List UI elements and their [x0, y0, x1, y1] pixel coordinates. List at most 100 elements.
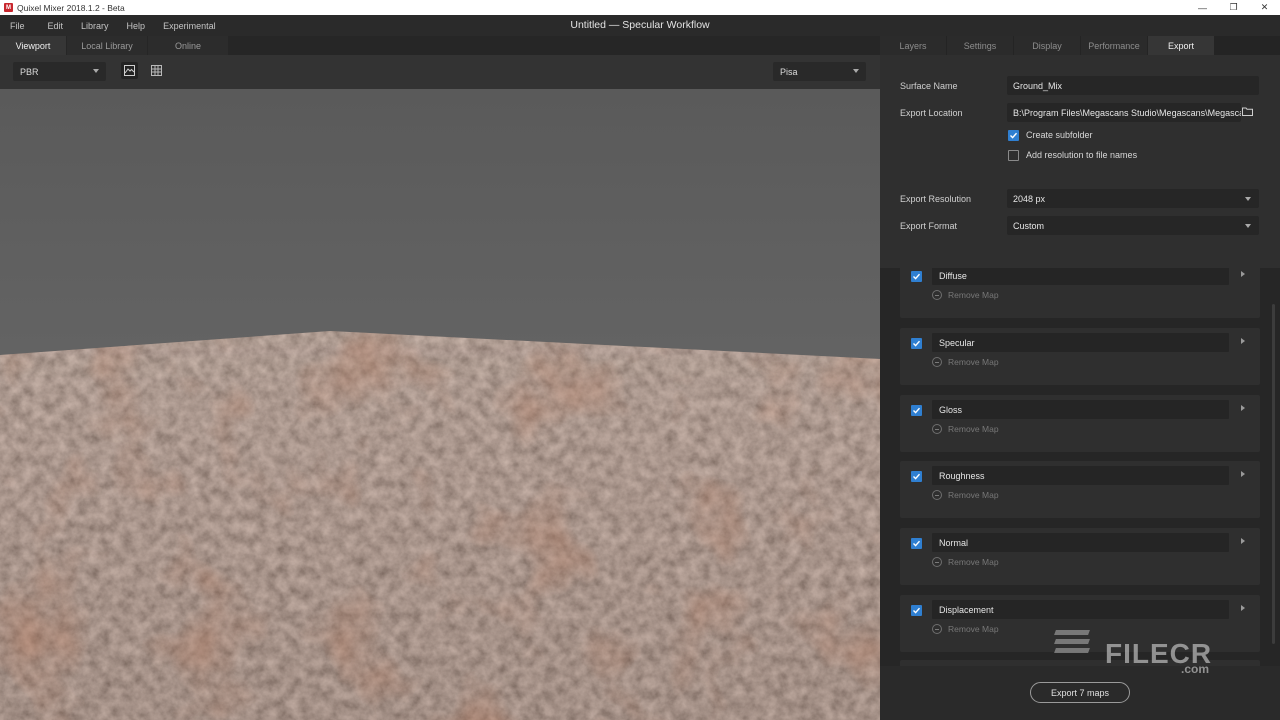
minus-circle-icon — [932, 624, 942, 634]
map-checkbox-gloss[interactable] — [911, 405, 922, 416]
map-card-roughness: Roughness Remove Map — [900, 461, 1260, 518]
export-resolution-label: Export Resolution — [900, 194, 972, 204]
panel-tabs: Layers Settings Display Performance Expo… — [880, 36, 1280, 55]
chevron-right-icon[interactable] — [1241, 405, 1245, 411]
3d-viewport[interactable] — [0, 89, 880, 720]
maps-scrollbar[interactable] — [1272, 304, 1275, 644]
main-tabs: Viewport Local Library Online — [0, 36, 880, 55]
image-icon[interactable] — [121, 62, 138, 79]
remove-map-label: Remove Map — [948, 290, 999, 300]
map-card-specular: Specular Remove Map — [900, 328, 1260, 385]
remove-map-button[interactable]: Remove Map — [932, 357, 999, 367]
render-mode-dropdown[interactable]: PBR — [13, 62, 106, 81]
chevron-down-icon — [1245, 197, 1251, 201]
chevron-down-icon — [1245, 224, 1251, 228]
title-bar: M Quixel Mixer 2018.1.2 - Beta — ❐ ✕ — [0, 0, 1280, 15]
check-icon — [913, 340, 921, 347]
chevron-down-icon — [853, 69, 859, 73]
chevron-right-icon[interactable] — [1241, 338, 1245, 344]
export-format-value: Custom — [1013, 220, 1045, 231]
map-name-roughness[interactable]: Roughness — [932, 466, 1229, 485]
grid-icon[interactable] — [148, 62, 165, 79]
export-resolution-value: 2048 px — [1013, 193, 1046, 204]
tab-export[interactable]: Export — [1148, 36, 1214, 55]
close-button[interactable]: ✕ — [1249, 0, 1280, 15]
tab-performance[interactable]: Performance — [1081, 36, 1147, 55]
tab-layers[interactable]: Layers — [880, 36, 946, 55]
minus-circle-icon — [932, 557, 942, 567]
remove-map-label: Remove Map — [948, 624, 999, 634]
map-name-displacement[interactable]: Displacement — [932, 600, 1229, 619]
map-card-diffuse: Diffuse Remove Map — [900, 268, 1260, 318]
menu-help[interactable]: Help — [117, 21, 146, 31]
add-resolution-label: Add resolution to file names — [1026, 150, 1138, 160]
check-icon — [913, 540, 921, 547]
export-maps-button[interactable]: Export 7 maps — [1030, 682, 1130, 703]
map-checkbox-displacement[interactable] — [911, 605, 922, 616]
tab-display[interactable]: Display — [1014, 36, 1080, 55]
map-checkbox-roughness[interactable] — [911, 471, 922, 482]
folder-icon[interactable] — [1242, 107, 1253, 118]
render-mode-value: PBR — [20, 66, 39, 77]
menu-edit[interactable]: Edit — [38, 21, 64, 31]
export-format-label: Export Format — [900, 221, 958, 231]
surface-name-input[interactable]: Ground_Mix — [1007, 76, 1259, 95]
check-icon — [1010, 132, 1018, 139]
export-location-input[interactable]: B:\Program Files\Megascans Studio\Megasc… — [1007, 103, 1241, 122]
watermark-domain: .com — [1181, 662, 1210, 676]
watermark-logo-icon — [1054, 630, 1090, 657]
add-resolution-checkbox[interactable] — [1008, 150, 1019, 161]
export-footer: Export 7 maps — [880, 666, 1280, 720]
remove-map-button[interactable]: Remove Map — [932, 490, 999, 500]
remove-map-button[interactable]: Remove Map — [932, 290, 999, 300]
map-card-gloss: Gloss Remove Map — [900, 395, 1260, 452]
menu-library[interactable]: Library — [71, 21, 109, 31]
remove-map-button[interactable]: Remove Map — [932, 557, 999, 567]
map-checkbox-specular[interactable] — [911, 338, 922, 349]
minimize-button[interactable]: — — [1187, 0, 1218, 15]
chevron-right-icon[interactable] — [1241, 605, 1245, 611]
check-icon — [913, 273, 921, 280]
menu-experimental[interactable]: Experimental — [153, 21, 216, 31]
export-settings: Surface Name Ground_Mix Export Location … — [880, 55, 1280, 268]
environment-dropdown[interactable]: Pisa — [773, 62, 866, 81]
chevron-right-icon[interactable] — [1241, 538, 1245, 544]
restore-button[interactable]: ❐ — [1218, 0, 1249, 15]
check-icon — [913, 407, 921, 414]
tab-viewport[interactable]: Viewport — [0, 36, 66, 55]
export-panel: Layers Settings Display Performance Expo… — [880, 36, 1280, 720]
surface-name-label: Surface Name — [900, 81, 958, 91]
map-card-normal: Normal Remove Map — [900, 528, 1260, 585]
menu-bar: Untitled — Specular Workflow File Edit L… — [0, 15, 1280, 36]
create-subfolder-checkbox[interactable] — [1008, 130, 1019, 141]
chevron-right-icon[interactable] — [1241, 471, 1245, 477]
map-name-normal[interactable]: Normal — [932, 533, 1229, 552]
map-checkbox-diffuse[interactable] — [911, 271, 922, 282]
menu-file[interactable]: File — [0, 21, 25, 31]
minus-circle-icon — [932, 290, 942, 300]
tab-local-library[interactable]: Local Library — [67, 36, 147, 55]
window-controls: — ❐ ✕ — [1187, 0, 1280, 15]
remove-map-label: Remove Map — [948, 424, 999, 434]
viewport-render — [0, 89, 880, 720]
environment-value: Pisa — [780, 66, 798, 77]
map-name-specular[interactable]: Specular — [932, 333, 1229, 352]
check-icon — [913, 473, 921, 480]
remove-map-button[interactable]: Remove Map — [932, 424, 999, 434]
chevron-right-icon[interactable] — [1241, 271, 1245, 277]
export-resolution-dropdown[interactable]: 2048 px — [1007, 189, 1259, 208]
check-icon — [913, 607, 921, 614]
app-window: M Quixel Mixer 2018.1.2 - Beta — ❐ ✕ Unt… — [0, 0, 1280, 720]
minus-circle-icon — [932, 357, 942, 367]
remove-map-button[interactable]: Remove Map — [932, 624, 999, 634]
map-name-diffuse[interactable]: Diffuse — [932, 268, 1229, 285]
map-checkbox-normal[interactable] — [911, 538, 922, 549]
export-maps-list: Diffuse Remove Map Specular Remove Map G… — [880, 268, 1280, 666]
map-name-gloss[interactable]: Gloss — [932, 400, 1229, 419]
tab-online[interactable]: Online — [148, 36, 228, 55]
tab-settings[interactable]: Settings — [947, 36, 1013, 55]
mixer-app-icon: M — [4, 3, 13, 12]
remove-map-label: Remove Map — [948, 357, 999, 367]
export-format-dropdown[interactable]: Custom — [1007, 216, 1259, 235]
remove-map-label: Remove Map — [948, 490, 999, 500]
